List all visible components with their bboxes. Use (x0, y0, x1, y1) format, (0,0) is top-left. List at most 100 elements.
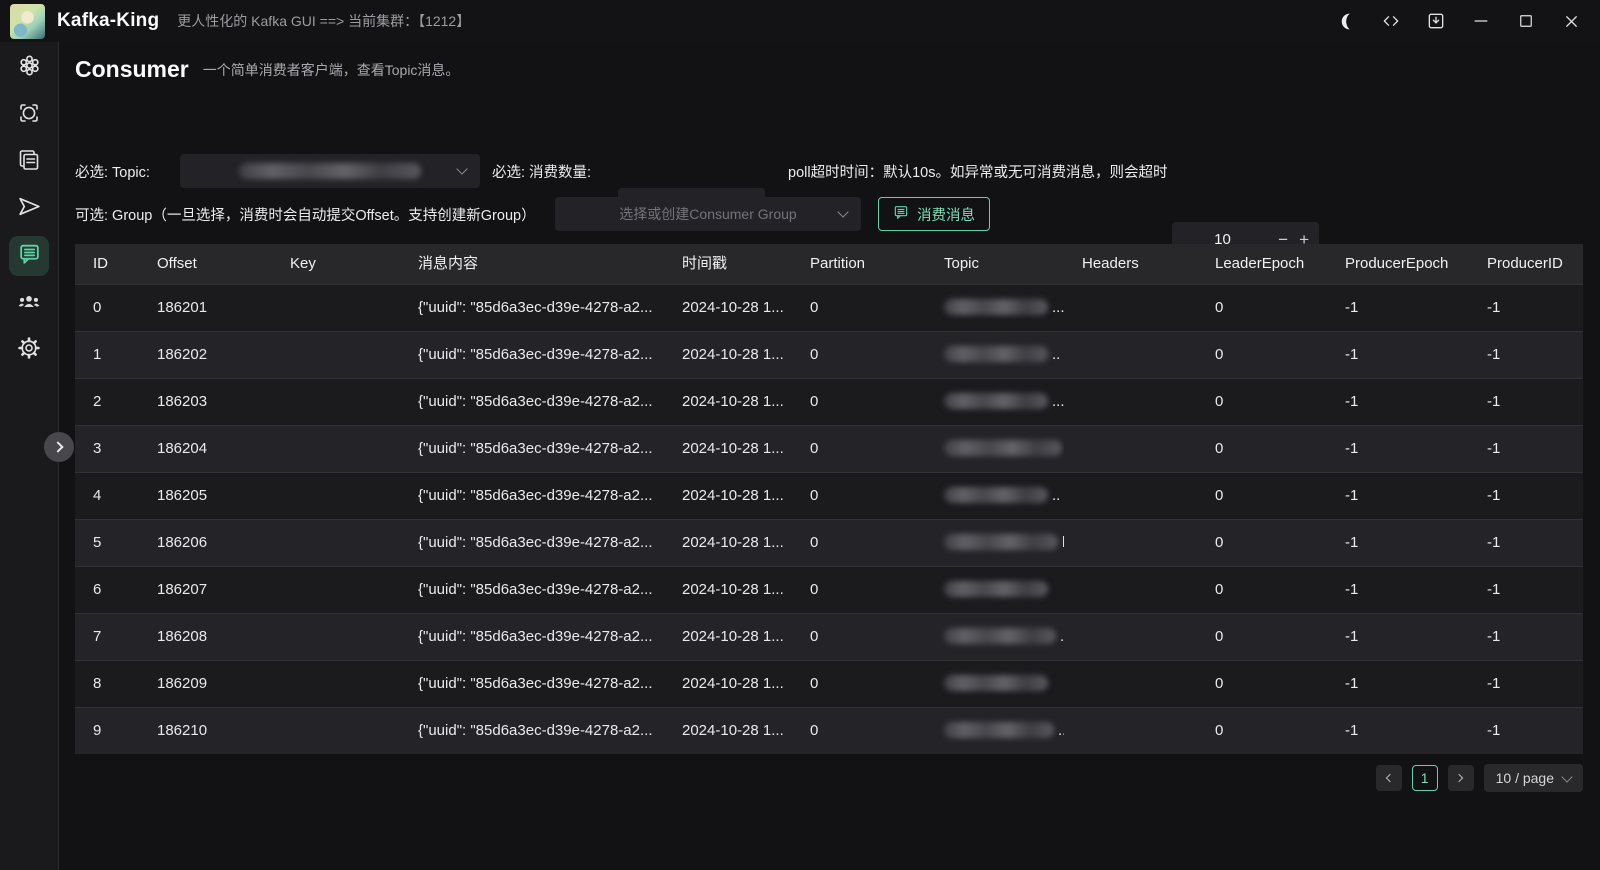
maximize-button[interactable] (1509, 4, 1543, 38)
cell-producer-id: -1 (1469, 473, 1583, 519)
redacted-topic-value (239, 163, 421, 179)
page-subtitle: 一个简单消费者客户端，查看Topic消息。 (203, 60, 460, 83)
table-row[interactable]: 6 186207 {"uuid": "85d6a3ec-d39e-4278-a2… (75, 566, 1583, 613)
sidebar-item-cluster[interactable] (9, 48, 49, 88)
cell-leader-epoch: 0 (1197, 567, 1327, 613)
cell-producer-id: -1 (1469, 661, 1583, 707)
cell-partition: 0 (792, 567, 926, 613)
sidebar-item-settings[interactable] (9, 330, 49, 370)
redacted-topic (944, 534, 1058, 550)
table-row[interactable]: 4 186205 {"uuid": "85d6a3ec-d39e-4278-a2… (75, 472, 1583, 519)
cell-topic: ... (926, 379, 1064, 425)
prev-page-button[interactable] (1376, 765, 1402, 791)
close-button[interactable] (1554, 4, 1588, 38)
devtools-button[interactable] (1374, 4, 1408, 38)
page-size-label: 10 / page (1496, 770, 1554, 786)
chevron-down-icon (837, 206, 848, 217)
cell-topic: . (926, 614, 1064, 660)
moon-icon (1337, 12, 1356, 31)
cell-timestamp: 2024-10-28 1... (664, 473, 792, 519)
cell-headers (1064, 473, 1197, 519)
cell-message: {"uuid": "85d6a3ec-d39e-4278-a2... (400, 473, 664, 519)
cell-producer-epoch: -1 (1327, 708, 1469, 754)
cell-producer-epoch: -1 (1327, 614, 1469, 660)
cell-leader-epoch: 0 (1197, 426, 1327, 472)
column-header: 时间戳 (664, 244, 792, 284)
maximize-icon (1517, 12, 1535, 30)
topic-select[interactable] (180, 154, 480, 188)
sidebar-item-topics[interactable] (9, 142, 49, 182)
table-row[interactable]: 1 186202 {"uuid": "85d6a3ec-d39e-4278-a2… (75, 331, 1583, 378)
cell-id: 7 (75, 614, 139, 660)
cell-producer-id: -1 (1469, 567, 1583, 613)
table-row[interactable]: 5 186206 {"uuid": "85d6a3ec-d39e-4278-a2… (75, 519, 1583, 566)
chevron-down-icon (456, 163, 467, 174)
cell-partition: 0 (792, 426, 926, 472)
sidebar-item-consumer[interactable] (9, 236, 49, 276)
cell-headers (1064, 332, 1197, 378)
cell-partition: 0 (792, 285, 926, 331)
column-header: Offset (139, 244, 272, 284)
page-title: Consumer (75, 56, 189, 83)
cell-leader-epoch: 0 (1197, 614, 1327, 660)
consume-messages-button[interactable]: 消费消息 (878, 197, 990, 231)
consumer-form-row2: 可选: Group（一旦选择，消费时会自动提交Offset。支持创建新Group… (59, 197, 1600, 233)
minimize-button[interactable] (1464, 4, 1498, 38)
table-row[interactable]: 0 186201 {"uuid": "85d6a3ec-d39e-4278-a2… (75, 284, 1583, 331)
quantity-label: 必选: 消费数量: (492, 161, 591, 182)
topic-label: 必选: Topic: (75, 161, 150, 182)
cell-timestamp: 2024-10-28 1... (664, 332, 792, 378)
cell-headers (1064, 520, 1197, 566)
redacted-topic (944, 299, 1048, 315)
table-row[interactable]: 2 186203 {"uuid": "85d6a3ec-d39e-4278-a2… (75, 378, 1583, 425)
cell-offset: 186207 (139, 567, 272, 613)
cell-offset: 186203 (139, 379, 272, 425)
theme-toggle-button[interactable] (1329, 4, 1363, 38)
cell-message: {"uuid": "85d6a3ec-d39e-4278-a2... (400, 379, 664, 425)
consume-messages-label: 消费消息 (917, 204, 975, 225)
column-header: ID (75, 244, 139, 284)
update-button[interactable] (1419, 4, 1453, 38)
messages-table: ID Offset Key 消息内容 时间戳 Partition Topic H… (75, 244, 1583, 754)
sidebar-expand-handle[interactable] (44, 432, 74, 462)
sidebar-item-groups[interactable] (9, 283, 49, 323)
cell-producer-id: -1 (1469, 614, 1583, 660)
code-icon (1381, 11, 1401, 31)
current-page-button[interactable]: 1 (1412, 765, 1438, 791)
table-row[interactable]: 7 186208 {"uuid": "85d6a3ec-d39e-4278-a2… (75, 613, 1583, 660)
sidebar-item-monitor[interactable] (9, 95, 49, 135)
cell-message: {"uuid": "85d6a3ec-d39e-4278-a2... (400, 614, 664, 660)
redacted-topic (944, 487, 1048, 503)
next-page-button[interactable] (1448, 765, 1474, 791)
cell-timestamp: 2024-10-28 1... (664, 285, 792, 331)
cell-id: 5 (75, 520, 139, 566)
table-row[interactable]: 8 186209 {"uuid": "85d6a3ec-d39e-4278-a2… (75, 660, 1583, 707)
minimize-icon (1471, 11, 1491, 31)
gear-icon (17, 336, 41, 365)
cell-topic: .. (926, 332, 1064, 378)
cell-headers (1064, 708, 1197, 754)
consumer-group-select[interactable]: 选择或创建Consumer Group (555, 197, 861, 231)
cell-producer-epoch: -1 (1327, 520, 1469, 566)
cell-producer-id: -1 (1469, 332, 1583, 378)
table-row[interactable]: 3 186204 {"uuid": "85d6a3ec-d39e-4278-a2… (75, 425, 1583, 472)
page-size-select[interactable]: 10 / page (1484, 764, 1583, 792)
cell-headers (1064, 285, 1197, 331)
table-row[interactable]: 9 186210 {"uuid": "85d6a3ec-d39e-4278-a2… (75, 707, 1583, 754)
cell-producer-epoch: -1 (1327, 567, 1469, 613)
cell-leader-epoch: 0 (1197, 285, 1327, 331)
redacted-topic (944, 440, 1062, 456)
cell-id: 3 (75, 426, 139, 472)
cell-topic: h... (926, 426, 1064, 472)
cell-topic (926, 567, 1064, 613)
cluster-icon (17, 53, 42, 83)
cell-offset: 186204 (139, 426, 272, 472)
column-header: ProducerID (1469, 244, 1583, 284)
topic-suffix: ... (1052, 299, 1064, 316)
sidebar-item-producer[interactable] (9, 189, 49, 229)
cell-leader-epoch: 0 (1197, 520, 1327, 566)
cell-partition: 0 (792, 661, 926, 707)
redacted-topic (944, 581, 1048, 597)
cell-topic: h... (926, 520, 1064, 566)
consumer-group-placeholder: 选择或创建Consumer Group (619, 204, 796, 224)
